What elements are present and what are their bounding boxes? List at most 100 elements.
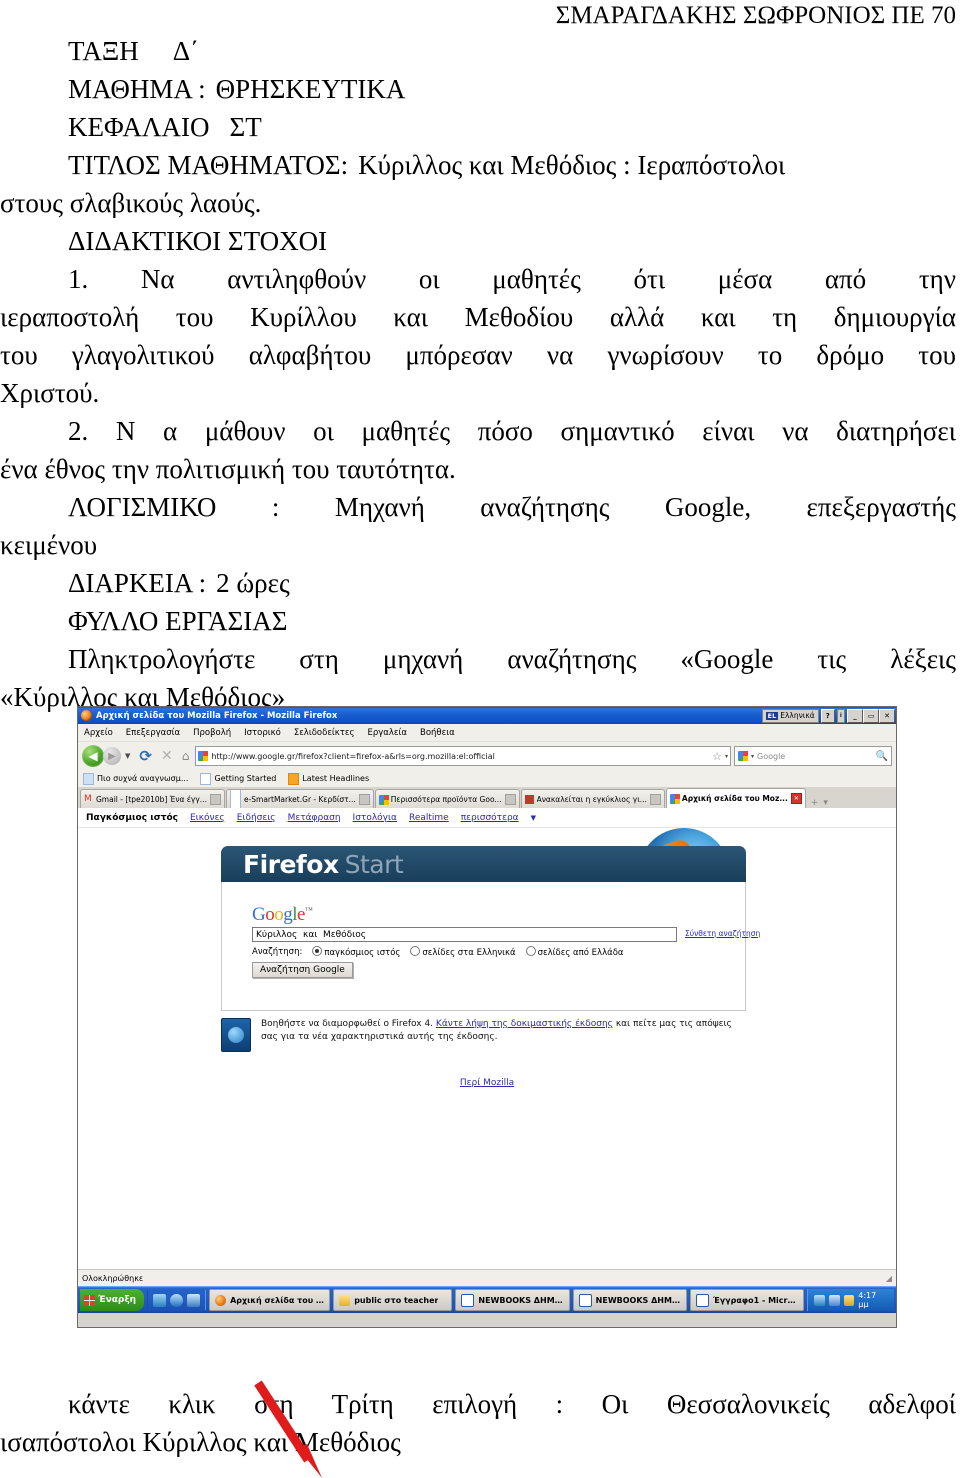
address-bar[interactable]: http://www.google.gr/firefox?client=fire… [195,746,731,766]
taskbar-button-newbooks-2[interactable]: NEWBOOKS ΔΗΜΟΤΙ... [572,1289,687,1311]
tab-close-icon[interactable] [358,793,370,805]
tray-icon-2[interactable] [828,1294,840,1306]
taskbar-button-label: Έγγραφο1 - Microsof... [712,1295,798,1305]
bookmark-label: Πιο συχνά αναγνωσμ... [97,774,189,783]
minimize-button[interactable]: _ [847,708,863,723]
menu-item-bookmarks[interactable]: Σελιδοδείκτες [294,728,355,738]
subject-line: ΜΑΘΗΜΑ : ΘΡΗΣΚΕΥΤΙΚΑ [0,70,960,108]
taskbar-button-firefox[interactable]: Αρχική σελίδα του ... [209,1289,331,1311]
address-chevron-down-icon[interactable]: ▾ [725,753,728,760]
chevron-down-icon[interactable]: ▼ [125,752,130,760]
search-engine-icon[interactable] [738,751,748,761]
gnav-more[interactable]: περισσότερα [461,813,519,823]
search-chevron-down-icon[interactable]: ▾ [751,753,754,760]
maximize-button[interactable]: ▭ [863,708,879,723]
news-icon [524,794,534,804]
quick-icon-3[interactable] [187,1293,201,1307]
stop-icon[interactable]: ✕ [158,748,176,764]
tab-news[interactable]: Ανακαλείται η εγκύκλιος γι... [520,789,665,808]
gnav-news[interactable]: Ειδήσεις [237,813,276,823]
window-titlebar: Αρχική σελίδα του Mozilla Firefox - Mozi… [78,707,896,724]
radio-option-greek-pages[interactable]: σελίδες στα Ελληνικά [404,946,516,958]
about-mozilla-link[interactable]: Περί Mozilla [460,1078,514,1088]
taskbar-button-public[interactable]: public στο teacher [333,1289,453,1311]
search-box[interactable]: ▾ Google 🔍 [734,746,892,766]
radio-option-web[interactable]: παγκόσμιος ιστός [306,946,400,958]
taskbar-button-label: NEWBOOKS ΔΗΜΟΤΙ... [478,1295,563,1305]
start-button[interactable]: Έναρξη [80,1289,145,1311]
tab-firefox-start[interactable]: Αρχική σελίδα του Moz... ✕ [665,788,806,808]
tab-close-icon[interactable] [209,793,221,805]
tab-gmail[interactable]: M Gmail - [tpe2010b] Ένα έγγ... [80,789,225,808]
taskbar-button-label: Αρχική σελίδα του ... [230,1295,325,1305]
duration-value: 2 ώρες [216,568,290,598]
tab-label: Αρχική σελίδα του Moz... [681,794,788,803]
menu-item-help[interactable]: Βοήθεια [420,728,455,738]
tab-label: Gmail - [tpe2010b] Ένα έγγ... [96,794,207,804]
resize-grip-icon[interactable]: ◢ [886,1274,892,1283]
quick-icon-1[interactable] [153,1293,167,1307]
radio-option-from-greece[interactable]: σελίδες από Ελλάδα [520,946,624,958]
close-button[interactable]: ✕ [879,708,895,723]
google-icon [378,794,389,805]
menu-item-edit[interactable]: Επεξεργασία [126,728,180,738]
notice-download-link[interactable]: Κάντε λήψη της δοκιμαστικής έκδοσης [436,1019,613,1029]
bookmarks-toolbar: Πιο συχνά αναγνωσμ... Getting Started La… [78,770,896,788]
footer-line-1: κάντε κλικ στη Τρίτη επιλογή : Οι Θεσσαλ… [68,1389,956,1419]
forward-button-icon[interactable]: ▶ [103,747,121,765]
tab-close-icon[interactable] [504,793,516,805]
home-icon[interactable]: ⌂ [179,749,193,763]
new-tab-icon[interactable]: + [811,798,819,808]
radio-icon[interactable] [410,946,421,956]
radio-icon-selected[interactable] [312,946,323,956]
footer-line-2: ισαπόστολοι Κύριλλος και Μεθόδιος [0,1427,401,1457]
radio-icon[interactable] [525,946,536,956]
radio-label: παγκόσμιος ιστός [324,948,401,958]
google-search-button[interactable]: Αναζήτηση Google [252,962,353,978]
tray-icon-3[interactable] [843,1294,855,1306]
software-line: ΛΟΓΙΣΜΙΚΟ : Μηχανή αναζήτησης Google, επ… [0,488,960,526]
menu-item-view[interactable]: Προβολή [193,728,231,738]
bookmark-icon [83,772,94,785]
gnav-realtime[interactable]: Realtime [409,813,449,823]
bookmark-most-visited[interactable]: Πιο συχνά αναγνωσμ... [83,772,189,785]
search-icon[interactable]: 🔍 [876,751,888,762]
goal-2-line-2: ένα έθνος την πολιτισμική του ταυτότητα. [0,454,456,484]
menu-item-tools[interactable]: Εργαλεία [368,728,408,738]
advanced-search-link[interactable]: Σύνθετη αναζήτηση [685,929,760,938]
reload-icon[interactable]: ⟳ [136,747,155,765]
taskbar-clock[interactable]: 4:17 μμ [858,1291,888,1309]
gnav-translate[interactable]: Μετάφραση [288,813,341,823]
radio-label: σελίδες από Ελλάδα [537,948,624,958]
spinner-button[interactable]: ⁞ [836,708,845,723]
bookmark-label: Getting Started [214,774,277,783]
class-label: ΤΑΞΗ [68,36,139,66]
help-button[interactable]: ? [820,708,835,723]
gnav-blogs[interactable]: Ιστολόγια [353,813,397,823]
software-label: ΛΟΓΙΣΜΙΚΟ : [68,492,280,522]
bookmark-star-icon[interactable]: ☆ [712,750,722,763]
gnav-more-caret-icon[interactable]: ▼ [531,814,536,822]
quick-icon-2[interactable] [170,1293,184,1307]
tray-icon-1[interactable] [814,1294,825,1306]
firefox-start-header: Firefox Start [221,846,746,882]
tab-esmartmarket[interactable]: e-SmartMarket.Gr - Κερδίστ... [225,789,374,808]
bookmark-getting-started[interactable]: Getting Started [200,772,277,785]
google-search-input[interactable] [252,927,677,942]
tab-close-icon[interactable]: ✕ [790,793,802,804]
language-indicator[interactable]: EL Ελληνικά [761,708,819,723]
taskbar-button-document[interactable]: Έγγραφο1 - Microsof... [689,1289,805,1311]
word-icon [461,1293,475,1307]
notice-text-part1: Βοηθήστε να διαμορφωθεί ο Firefox 4. [261,1019,436,1029]
tab-google-products[interactable]: Περισσότερα προϊόντα Goo... [374,789,520,808]
back-button-icon[interactable]: ◀ [82,745,104,767]
tab-close-icon[interactable] [649,793,661,805]
bookmark-latest-headlines[interactable]: Latest Headlines [288,772,369,785]
taskbar-button-newbooks-1[interactable]: NEWBOOKS ΔΗΜΟΤΙ... [455,1289,570,1311]
tab-list-chevron-down-icon[interactable]: ▾ [823,798,828,808]
navigation-toolbar: ◀ ▶ ▼ ⟳ ✕ ⌂ http://www.google.gr/firefox… [78,742,896,770]
page-icon [200,772,212,785]
menu-item-file[interactable]: Αρχείο [84,728,113,738]
gnav-images[interactable]: Εικόνες [190,813,225,823]
menu-item-history[interactable]: Ιστορικό [244,728,281,738]
